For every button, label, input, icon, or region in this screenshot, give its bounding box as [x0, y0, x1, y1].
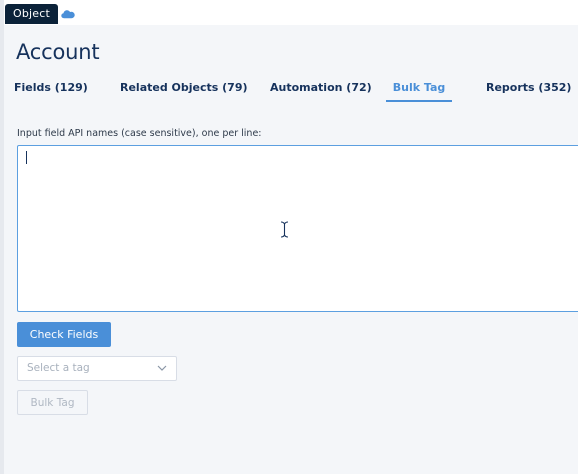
tab-reports[interactable]: Reports (352)	[486, 78, 571, 100]
tag-select-placeholder: Select a tag	[27, 362, 90, 374]
left-border	[0, 0, 4, 474]
top-bar: Object	[4, 0, 578, 25]
tab-automation[interactable]: Automation (72)	[270, 78, 372, 100]
api-names-textarea[interactable]	[17, 145, 578, 312]
api-names-label: Input field API names (case sensitive), …	[17, 128, 262, 139]
object-badge: Object	[5, 4, 59, 24]
tag-select[interactable]: Select a tag	[17, 356, 177, 381]
tab-bar: Fields (129) Related Objects (79) Automa…	[0, 78, 578, 102]
tab-bulk-tag[interactable]: Bulk Tag	[386, 78, 452, 102]
page-title: Account	[16, 40, 100, 64]
tab-related-objects[interactable]: Related Objects (79)	[120, 78, 248, 100]
chevron-down-icon	[157, 365, 167, 371]
ibeam-cursor-icon	[280, 221, 289, 238]
text-caret	[26, 151, 27, 164]
bulk-tag-button[interactable]: Bulk Tag	[17, 390, 88, 415]
check-fields-button[interactable]: Check Fields	[17, 322, 111, 347]
tab-fields[interactable]: Fields (129)	[14, 78, 88, 100]
salesforce-cloud-icon	[61, 10, 75, 19]
